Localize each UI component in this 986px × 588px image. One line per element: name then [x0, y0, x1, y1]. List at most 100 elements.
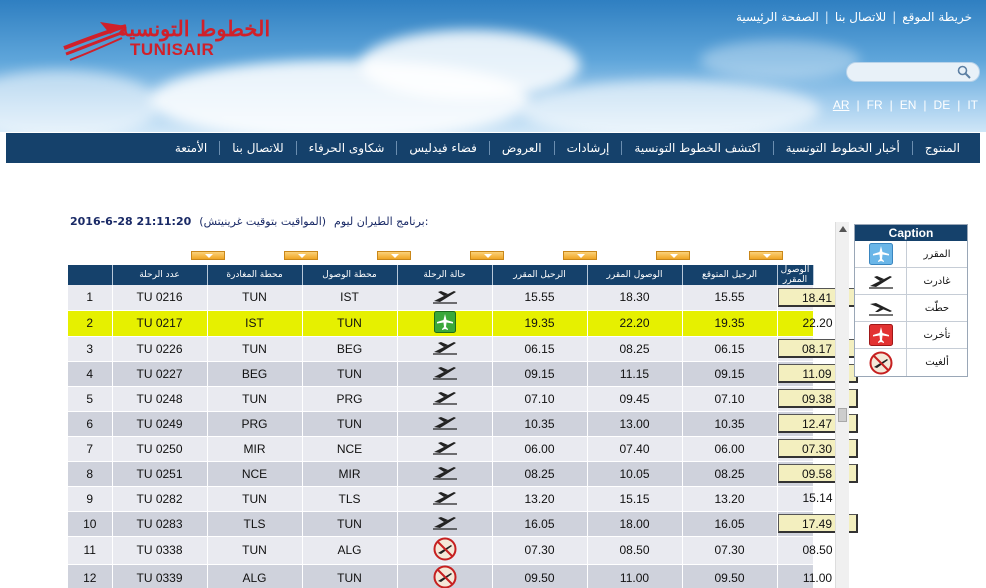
scheduled-departure-cell: 10.35 [492, 411, 588, 437]
nav-item-offers[interactable]: العروض [488, 141, 554, 155]
table-row[interactable]: 9 TU 0282 TUN TLS 13.20 15.15 13.20 15.14 [68, 486, 833, 512]
sort-status-button[interactable] [376, 251, 411, 260]
schedule-note: (المواقيت بتوقيت غرينيتش) [199, 215, 327, 228]
expected-departure-cell: 10.35 [682, 411, 778, 437]
nav-item-baggage[interactable]: الأمتعة [163, 141, 219, 155]
search-input[interactable] [846, 62, 980, 82]
table-row[interactable]: 10 TU 0283 TLS TUN 16.05 18.00 16.05 17.49 [68, 511, 858, 537]
flight-number-cell: TU 0251 [112, 461, 208, 487]
departure-station-cell: TUN [207, 536, 303, 565]
top-link-sitemap[interactable]: خريطة الموقع [902, 10, 972, 24]
table-row[interactable]: 4 TU 0227 BEG TUN 09.15 11.15 09.15 11.09 [68, 361, 858, 387]
scheduled-arrival-cell: 13.00 [587, 411, 683, 437]
departed-status-icon [432, 439, 458, 458]
expected-departure-cell: 16.05 [682, 511, 778, 537]
expected-departure-cell: 13.20 [682, 486, 778, 512]
schedule-datetime: 2016-6-28 21:11:20 [70, 215, 192, 228]
scroll-up-arrow-icon[interactable] [836, 222, 850, 236]
table-row[interactable]: 5 TU 0248 TUN PRG 07.10 09.45 07.10 09.38 [68, 386, 858, 412]
header-banner: الخطوط التونسية TUNISAIR خريطة الموقع | … [0, 0, 986, 132]
lang-fr[interactable]: FR [867, 98, 883, 112]
status-cell [397, 486, 493, 512]
caption-rows: المقرر غادرت حطّت تأخرت ألغيت [855, 241, 967, 376]
sort-cell [254, 246, 347, 265]
sort-sched-dep-button[interactable] [470, 251, 505, 260]
top-links: خريطة الموقع | للاتصال بنا | الصفحة الرئ… [736, 10, 972, 24]
sort-from-button[interactable] [190, 251, 225, 260]
departure-station-cell: TUN [207, 486, 303, 512]
nav-item-news[interactable]: أخبار الخطوط التونسية [772, 141, 912, 155]
caption-row: غادرت [855, 268, 967, 295]
flight-table-wrapper: عدد الرحلة محطة المغادرة محطة الوصول حال… [68, 246, 858, 588]
lang-de[interactable]: DE [934, 98, 951, 112]
table-row[interactable]: 2 TU 0217 IST TUN 19.35 22.20 19.35 22.20 [68, 310, 833, 337]
actual-arrival-cell: 08.50 [777, 536, 833, 565]
departed-status-icon [432, 464, 458, 483]
table-row[interactable]: 11 TU 0338 TUN ALG 07.30 08.50 07.30 08.50 [68, 536, 833, 565]
cancelled-legend-icon [855, 349, 907, 376]
caption-label: تأخرت [923, 329, 951, 341]
nav-item-contact[interactable]: للاتصال بنا [219, 141, 295, 155]
expected-departure-cell: 09.50 [682, 564, 778, 588]
scheduled-arrival-cell: 07.40 [587, 436, 683, 462]
nav-item-guidance[interactable]: إرشادات [553, 141, 622, 155]
nav-item-complaints[interactable]: شكاوى الحرفاء [295, 141, 397, 155]
scheduled-departure-cell: 09.15 [492, 361, 588, 387]
scheduled-departure-cell: 09.50 [492, 564, 588, 588]
flight-table: عدد الرحلة محطة المغادرة محطة الوصول حال… [68, 265, 858, 588]
table-row[interactable]: 3 TU 0226 TUN BEG 06.15 08.25 06.15 08.17 [68, 336, 858, 362]
expected-departure-cell: 09.15 [682, 361, 778, 387]
departure-station-cell: NCE [207, 461, 303, 487]
table-row[interactable]: 8 TU 0251 NCE MIR 08.25 10.05 08.25 09.58 [68, 461, 858, 487]
table-row[interactable]: 12 TU 0339 ALG TUN 09.50 11.00 09.50 11.00 [68, 564, 832, 588]
table-row[interactable]: 1 TU 0216 TUN IST 15.55 18.30 15.55 18.41 [68, 285, 858, 311]
schedule-label: برنامج الطيران ليوم: [334, 215, 429, 228]
arrival-station-cell: ALG [302, 536, 398, 565]
scheduled-arrival-cell: 09.45 [587, 386, 683, 412]
table-row[interactable]: 6 TU 0249 PRG TUN 10.35 13.00 10.35 12.47 [68, 411, 858, 437]
row-index-cell: 4 [68, 361, 113, 387]
caption-row: حطّت [855, 295, 967, 322]
caption-label: غادرت [923, 275, 951, 287]
top-link-home[interactable]: الصفحة الرئيسية [736, 10, 819, 24]
scheduled-arrival-cell: 15.15 [587, 486, 683, 512]
scroll-thumb[interactable] [838, 408, 847, 422]
table-row[interactable]: 7 TU 0250 MIR NCE 06.00 07.40 06.00 07.30 [68, 436, 858, 462]
nav-item-fidelys[interactable]: فضاء فيدليس [396, 141, 489, 155]
departed-status-icon [432, 339, 458, 358]
lang-ar[interactable]: AR [833, 98, 850, 112]
actual-arrival-cell: 07.30 [777, 436, 858, 462]
sort-buttons-row [68, 246, 813, 265]
top-link-contact[interactable]: للاتصال بنا [835, 10, 886, 24]
sort-cell [441, 246, 534, 265]
lang-it[interactable]: IT [967, 98, 978, 112]
sort-sched-arr-button[interactable] [563, 251, 598, 260]
arrival-station-cell: PRG [302, 386, 398, 412]
header-index [68, 265, 113, 285]
sort-exp-dep-button[interactable] [656, 251, 691, 260]
sort-arr-button[interactable] [749, 251, 784, 260]
header-status: حالة الرحلة [397, 265, 493, 285]
departure-station-cell: MIR [207, 436, 303, 462]
separator: | [856, 98, 860, 112]
expected-departure-cell: 08.25 [682, 461, 778, 487]
status-cell [397, 461, 493, 487]
scheduled-departure-cell: 06.15 [492, 336, 588, 362]
scrollbar[interactable] [835, 222, 849, 588]
sort-to-button[interactable] [283, 251, 318, 260]
caption-title: Caption [855, 225, 967, 241]
status-cell [397, 564, 493, 588]
caption-label: حطّت [924, 302, 950, 314]
header-sched-arr: الوصول المقرر [587, 265, 683, 285]
departed-legend-icon [855, 268, 907, 294]
search-icon[interactable] [957, 65, 971, 79]
nav-item-discover[interactable]: اكتشف الخطوط التونسية [621, 141, 772, 155]
scheduled-arrival-cell: 18.00 [587, 511, 683, 537]
status-cell [397, 536, 493, 565]
nav-item-product[interactable]: المنتوج [911, 141, 972, 155]
flight-number-cell: TU 0217 [112, 310, 208, 337]
flight-number-cell: TU 0216 [112, 285, 208, 311]
lang-en[interactable]: EN [900, 98, 917, 112]
expected-departure-cell: 06.15 [682, 336, 778, 362]
actual-arrival-cell: 11.00 [777, 564, 832, 588]
